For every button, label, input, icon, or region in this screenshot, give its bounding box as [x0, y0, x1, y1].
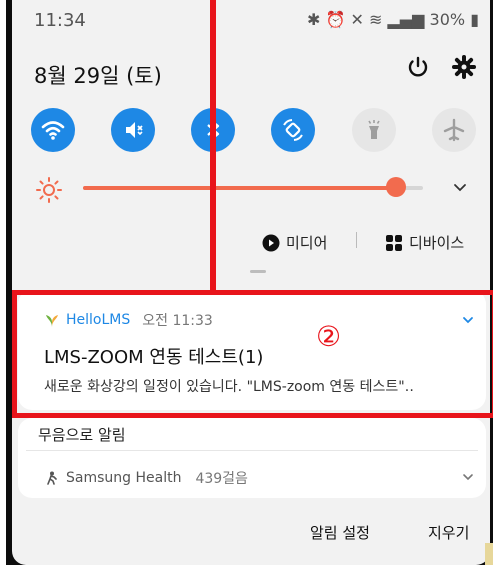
silent-app-name: Samsung Health — [66, 470, 182, 486]
samsung-health-notification[interactable]: Samsung Health 439걸음 — [44, 468, 248, 488]
notification-header: HelloLMS 오전 11:33 — [44, 310, 213, 330]
expand-chevron-icon[interactable] — [462, 314, 474, 326]
date-label: 8월 29일 (토) — [34, 64, 162, 88]
qs-auto-rotate[interactable] — [271, 108, 315, 152]
status-bar: 11:34 ✱ ⏰ ✕ ≋ ▂▄▆ 30% ▮ — [34, 10, 479, 34]
clear-button[interactable]: 지우기 — [428, 522, 469, 543]
qs-airplane[interactable] — [432, 108, 476, 152]
notification-time: 오전 11:33 — [142, 313, 213, 329]
power-icon[interactable] — [406, 55, 430, 79]
media-label: 미디어 — [286, 234, 328, 252]
alarm-icon: ⏰ — [325, 10, 346, 29]
divider — [356, 232, 357, 248]
brightness-slider-thumb[interactable] — [386, 177, 406, 197]
background-edge — [485, 543, 493, 565]
auto-rotate-icon — [283, 119, 303, 141]
qs-flashlight[interactable] — [352, 108, 396, 152]
status-time: 11:34 — [34, 10, 86, 31]
mute-icon: ✕ — [350, 10, 364, 29]
play-icon — [262, 234, 280, 251]
divider — [26, 450, 478, 451]
samsung-health-icon — [47, 471, 57, 485]
brightness-icon — [36, 177, 62, 203]
gear-icon[interactable] — [452, 55, 476, 79]
devices-icon — [386, 234, 402, 251]
notification-app-name: HelloLMS — [66, 312, 131, 328]
battery-level: 30% — [429, 10, 466, 29]
flashlight-icon — [368, 120, 380, 139]
qs-wifi[interactable] — [31, 108, 75, 152]
qs-mute[interactable] — [111, 108, 155, 152]
chevron-down-icon[interactable] — [452, 179, 468, 195]
notification-settings-button[interactable]: 알림 설정 — [310, 522, 370, 543]
media-button[interactable]: 미디어 — [262, 232, 327, 253]
step-count: 439걸음 — [195, 471, 248, 487]
signal-icon: ▂▄▆ — [387, 10, 425, 29]
brightness-slider-track[interactable] — [83, 186, 423, 190]
devices-label: 디바이스 — [409, 234, 465, 252]
annotation-number: ② — [316, 320, 342, 353]
battery-icon: ▮ — [470, 10, 479, 29]
chevron-down-icon[interactable] — [462, 471, 474, 483]
mute-icon — [126, 122, 143, 138]
hellolms-app-icon — [46, 315, 58, 327]
wifi-icon: ≋ — [369, 10, 383, 29]
bluetooth-icon: ✱ — [307, 10, 321, 29]
notification-body: 새로운 화상강의 일정이 있습니다. "LMS-zoom 연동 테스트"‥ — [44, 379, 415, 395]
status-icons: ✱ ⏰ ✕ ≋ ▂▄▆ 30% ▮ — [307, 10, 479, 29]
airplane-icon — [443, 118, 465, 142]
annotation-line — [210, 0, 216, 290]
wifi-icon — [41, 121, 65, 140]
silent-section-header: 무음으로 알림 — [38, 426, 126, 444]
brightness-slider-fill — [83, 186, 396, 190]
devices-button[interactable]: 디바이스 — [385, 232, 464, 253]
drag-handle[interactable] — [250, 270, 266, 273]
notification-title: LMS-ZOOM 연동 테스트(1) — [44, 347, 264, 368]
